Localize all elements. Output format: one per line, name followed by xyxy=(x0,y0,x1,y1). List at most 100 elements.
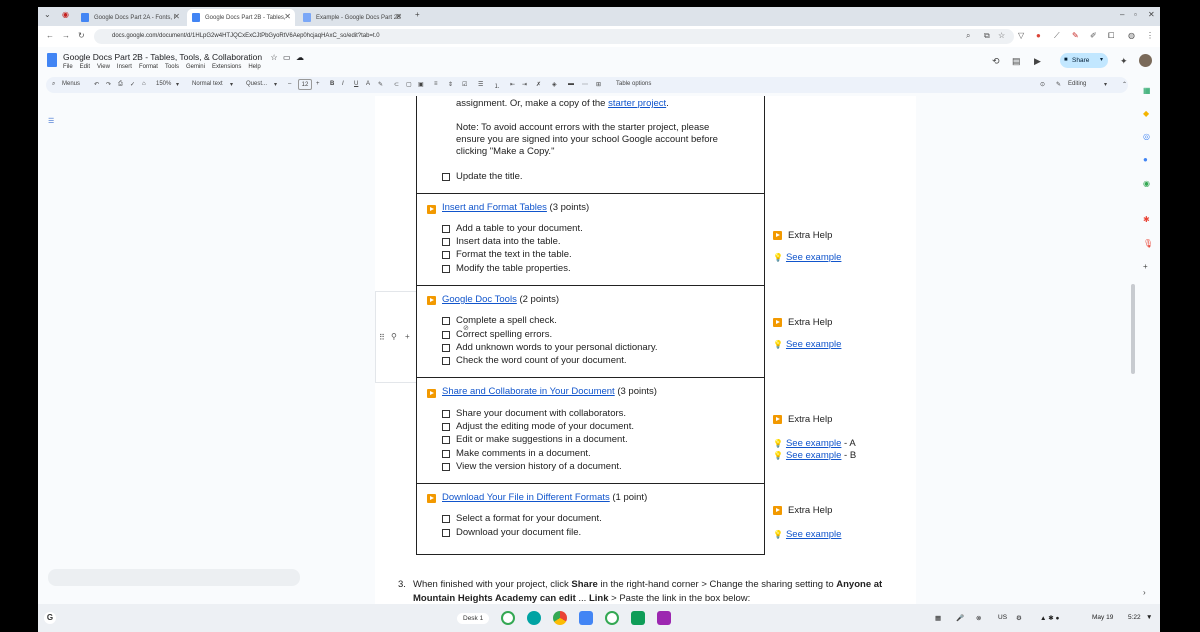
paint-format-icon[interactable]: ⌂ xyxy=(142,81,146,87)
profile-icon[interactable]: ◍ xyxy=(1128,31,1135,40)
add-addon-icon[interactable]: + xyxy=(1143,262,1148,271)
comment-icon[interactable]: ▢ xyxy=(406,81,412,88)
checklist-icon[interactable]: ☑ xyxy=(462,81,467,88)
tray-mode-icon[interactable]: ⚙ xyxy=(1016,614,1022,622)
menu-edit[interactable]: Edit xyxy=(80,64,90,70)
decrease-font-icon[interactable]: – xyxy=(288,81,291,87)
minimize-icon[interactable]: – xyxy=(1120,10,1124,19)
section-link[interactable]: Insert and Format Tables xyxy=(442,202,547,213)
checklist-item[interactable]: View the version history of a document. xyxy=(442,461,622,472)
increase-indent-icon[interactable]: ⇥ xyxy=(522,81,527,88)
tab-example[interactable]: Example - Google Docs Part 2B ✕ xyxy=(298,9,406,26)
line-spacing-icon[interactable]: ⇕ xyxy=(448,81,453,88)
suggest-icon[interactable]: ⊙ xyxy=(1040,81,1045,88)
table-icon[interactable]: ⊞ xyxy=(596,81,601,88)
increase-font-icon[interactable]: + xyxy=(316,81,320,87)
close-window-icon[interactable]: ✕ xyxy=(1148,10,1155,19)
image-icon[interactable]: ▣ xyxy=(418,81,424,88)
maps-icon[interactable]: ◉ xyxy=(1143,179,1150,188)
tasks-icon[interactable]: ◎ xyxy=(1143,132,1150,141)
outline-icon[interactable]: ☰ xyxy=(48,117,54,125)
share-button[interactable]: ■ Share ▾ xyxy=(1060,53,1108,68)
checklist-item[interactable]: Format the text in the table. xyxy=(442,249,572,260)
menu-view[interactable]: View xyxy=(97,64,110,70)
checkbox[interactable] xyxy=(442,250,450,259)
underline-icon[interactable]: U xyxy=(354,81,358,87)
close-tab-icon[interactable]: ✕ xyxy=(173,12,180,21)
italic-icon[interactable]: I xyxy=(342,81,344,87)
menu-tools[interactable]: Tools xyxy=(165,64,179,70)
assign-task-icon[interactable]: ⊘ xyxy=(463,324,469,332)
checklist-item[interactable]: Update the title. xyxy=(442,171,523,182)
checklist-item[interactable]: Download your document file. xyxy=(442,527,581,538)
style-select[interactable]: Normal text xyxy=(192,81,223,87)
document-page[interactable]: assignment. Or, make a copy of the start… xyxy=(375,96,916,611)
see-example-link[interactable]: See example xyxy=(786,252,841,263)
see-example-link[interactable]: See example xyxy=(786,339,841,350)
table-options-button[interactable]: Table options xyxy=(616,81,651,87)
url-input[interactable]: docs.google.com/document/d/1HLpG2w4HTJQC… xyxy=(94,29,1014,44)
editing-mode-select[interactable]: Editing xyxy=(1068,81,1086,87)
zoom-icon[interactable]: ⌕ xyxy=(966,31,970,41)
checkbox[interactable] xyxy=(442,422,450,431)
bulleted-list-icon[interactable]: ☰ xyxy=(478,81,483,88)
phone-app-icon[interactable] xyxy=(501,611,515,625)
menu-extensions[interactable]: Extensions xyxy=(212,64,241,70)
drag-handle-icon[interactable]: ⠿ xyxy=(379,333,385,342)
decrease-indent-icon[interactable]: ⇤ xyxy=(510,81,515,88)
section-link[interactable]: Download Your File in Different Formats xyxy=(442,492,610,503)
see-example-link[interactable]: See example xyxy=(786,450,841,461)
extension-icon[interactable]: ● xyxy=(1036,31,1041,40)
cast-icon[interactable]: ⧉ xyxy=(984,31,990,41)
mic-icon[interactable]: 🎙 xyxy=(1143,239,1153,248)
checkbox[interactable] xyxy=(442,237,450,246)
checkbox[interactable] xyxy=(442,435,450,444)
browser-menu-icon[interactable]: ⋮ xyxy=(1146,31,1154,40)
pin-icon[interactable]: ⚲ xyxy=(391,332,397,341)
checklist-item[interactable]: Complete a spell check. xyxy=(442,315,557,326)
menu-insert[interactable]: Insert xyxy=(117,64,132,70)
document-title[interactable]: Google Docs Part 2B - Tables, Tools, & C… xyxy=(63,52,304,62)
avatar[interactable] xyxy=(1139,54,1152,67)
clear-formatting-icon[interactable]: ✗ xyxy=(536,81,541,88)
checkbox[interactable] xyxy=(442,528,450,537)
checklist-item[interactable]: Insert data into the table. xyxy=(442,236,561,247)
checkbox[interactable] xyxy=(442,330,450,339)
desk-switcher[interactable]: Desk 1 xyxy=(457,613,490,624)
checkbox[interactable] xyxy=(442,356,450,365)
play-store-icon[interactable] xyxy=(605,611,619,625)
text-color-icon[interactable]: A xyxy=(366,81,370,87)
asterisk-icon[interactable]: ✱ xyxy=(1143,215,1150,224)
pen-extension-icon[interactable]: ⟋ xyxy=(1054,31,1060,41)
docs-logo-icon[interactable] xyxy=(47,53,57,67)
checkbox[interactable] xyxy=(442,172,450,181)
launcher-icon[interactable]: G xyxy=(44,612,56,624)
version-history-icon[interactable]: ⟲ xyxy=(992,56,1000,67)
move-folder-icon[interactable]: ▭ xyxy=(283,53,291,62)
section-link[interactable]: Google Doc Tools xyxy=(442,294,517,305)
checkbox[interactable] xyxy=(442,449,450,458)
sheets-app-icon[interactable] xyxy=(631,611,645,625)
checklist-item[interactable]: Add a table to your document. xyxy=(442,223,583,234)
menu-file[interactable]: File xyxy=(63,64,73,70)
highlight-icon[interactable]: ✎ xyxy=(378,81,383,88)
chrome-app-icon[interactable] xyxy=(553,611,567,625)
checklist-item[interactable]: Select a format for your document. xyxy=(442,513,602,524)
tray-time[interactable]: 5:22 xyxy=(1128,614,1141,621)
add-row-icon[interactable]: + xyxy=(405,332,410,341)
checklist-item[interactable]: Check the word count of your document. xyxy=(442,355,627,366)
edit-extension-icon[interactable]: ✐ xyxy=(1090,31,1097,40)
floating-toolbar[interactable] xyxy=(48,569,300,586)
align-icon[interactable]: ≡ xyxy=(434,81,438,87)
starter-project-link[interactable]: starter project xyxy=(608,98,666,109)
checklist-item[interactable]: Correct spelling errors. xyxy=(442,329,552,340)
close-tab-icon[interactable]: ✕ xyxy=(395,12,402,21)
tab-docs-2a[interactable]: Google Docs Part 2A - Fonts, I ✕ xyxy=(76,9,184,26)
marker-extension-icon[interactable]: ✎ xyxy=(1072,31,1079,40)
maximize-icon[interactable]: ▫ xyxy=(1134,10,1137,19)
back-icon[interactable]: ← xyxy=(46,31,54,40)
checklist-item[interactable]: Edit or make suggestions in a document. xyxy=(442,434,628,445)
menu-help[interactable]: Help xyxy=(248,64,260,70)
tray-clipboard-icon[interactable]: ▦ xyxy=(935,614,941,622)
close-tab-icon[interactable]: ✕ xyxy=(284,12,291,21)
